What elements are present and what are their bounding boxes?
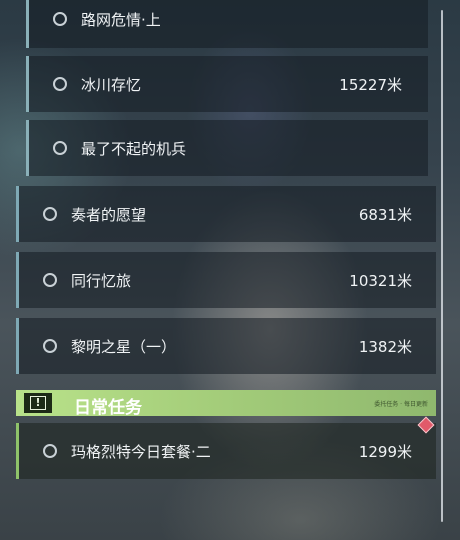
circle-icon (43, 207, 57, 221)
scrollbar[interactable] (441, 10, 443, 522)
quest-distance: 15227米 (339, 76, 402, 94)
quest-distance: 1299米 (358, 443, 412, 461)
quest-name: 奏者的愿望 (71, 206, 147, 224)
circle-icon (53, 12, 67, 26)
quest-name: 冰川存忆 (81, 76, 142, 94)
quest-name: 路网危情·上 (81, 11, 161, 29)
quest-item[interactable]: 黎明之星（一） 1382米 (16, 318, 436, 374)
circle-icon (43, 444, 57, 458)
quest-name: 玛格烈特今日套餐·二 (71, 443, 211, 461)
circle-icon (43, 339, 57, 353)
circle-icon (43, 273, 57, 287)
quest-item[interactable]: 奏者的愿望 6831米 (16, 186, 436, 242)
section-note: 委托任务 · 每日更新 (374, 401, 428, 408)
quest-distance: 10321米 (349, 272, 412, 290)
quest-item[interactable]: 冰川存忆 15227米 (26, 56, 428, 112)
circle-icon (53, 77, 67, 91)
section-title: 日常任务 (74, 398, 142, 418)
quest-item[interactable]: 同行忆旅 10321米 (16, 252, 436, 308)
quest-name: 黎明之星（一） (71, 338, 177, 356)
circle-icon (53, 141, 67, 155)
quest-item[interactable]: 玛格烈特今日套餐·二 1299米 (16, 423, 436, 479)
quest-distance: 6831米 (358, 206, 412, 224)
quest-name: 同行忆旅 (71, 272, 132, 290)
quest-item[interactable]: 路网危情·上 (26, 0, 428, 48)
quest-name: 最了不起的机兵 (81, 140, 187, 158)
daily-quests-header[interactable]: ! 日常任务 委托任务 · 每日更新 (16, 390, 436, 418)
quest-distance: 1382米 (358, 338, 412, 356)
exclamation-icon: ! (24, 393, 52, 413)
quest-item[interactable]: 最了不起的机兵 (26, 120, 428, 176)
